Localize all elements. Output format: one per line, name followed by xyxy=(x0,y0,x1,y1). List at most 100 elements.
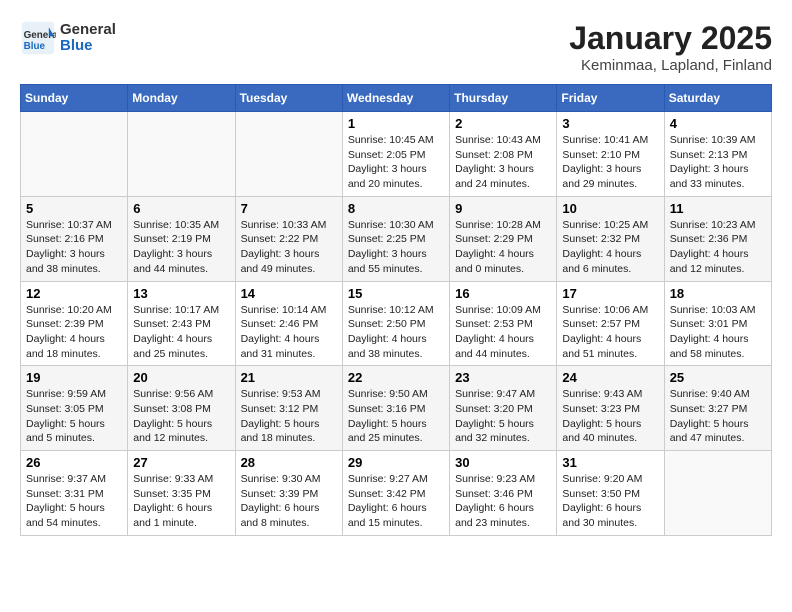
day-cell-16: 16 Sunrise: 10:09 AM Sunset: 2:53 PM Dayl… xyxy=(450,281,557,366)
empty-cell xyxy=(21,112,128,197)
day-cell-26: 26Sunrise: 9:37 AM Sunset: 3:31 PM Dayli… xyxy=(21,451,128,536)
day-info: Sunrise: 10:09 AM Sunset: 2:53 PM Daylig… xyxy=(455,303,551,362)
day-info: Sunrise: 10:20 AM Sunset: 2:39 PM Daylig… xyxy=(26,303,122,362)
day-cell-27: 27Sunrise: 9:33 AM Sunset: 3:35 PM Dayli… xyxy=(128,451,235,536)
day-cell-17: 17Sunrise: 10:06 AM Sunset: 2:57 PM Dayl… xyxy=(557,281,664,366)
day-number: 4 xyxy=(670,116,766,131)
week-row-5: 26Sunrise: 9:37 AM Sunset: 3:31 PM Dayli… xyxy=(21,451,772,536)
day-number: 3 xyxy=(562,116,658,131)
day-number: 13 xyxy=(133,286,229,301)
day-number: 19 xyxy=(26,370,122,385)
day-cell-22: 22 Sunrise: 9:50 AM Sunset: 3:16 PM Dayli… xyxy=(342,366,449,451)
day-cell-7: 7 Sunrise: 10:33 AM Sunset: 2:22 PM Dayli… xyxy=(235,196,342,281)
week-row-2: 5 Sunrise: 10:37 AM Sunset: 2:16 PM Dayli… xyxy=(21,196,772,281)
day-number: 11 xyxy=(670,201,766,216)
logo: General Blue General Blue xyxy=(20,20,116,56)
day-info: Sunrise: 10:12 AM Sunset: 2:50 PM Daylig… xyxy=(348,303,444,362)
day-info: Sunrise: 9:40 AM Sunset: 3:27 PM Dayligh… xyxy=(670,387,766,446)
day-number: 1 xyxy=(348,116,444,131)
day-number: 29 xyxy=(348,455,444,470)
page-header: General Blue General Blue January 2025 K… xyxy=(20,20,772,74)
empty-cell xyxy=(235,112,342,197)
day-number: 6 xyxy=(133,201,229,216)
day-header-saturday: Saturday xyxy=(664,85,771,112)
day-header-wednesday: Wednesday xyxy=(342,85,449,112)
day-number: 21 xyxy=(241,370,337,385)
day-number: 28 xyxy=(241,455,337,470)
day-cell-25: 25 Sunrise: 9:40 AM Sunset: 3:27 PM Dayli… xyxy=(664,366,771,451)
calendar-table: SundayMondayTuesdayWednesdayThursdayFrid… xyxy=(20,84,772,536)
day-number: 8 xyxy=(348,201,444,216)
day-info: Sunrise: 9:53 AM Sunset: 3:12 PM Dayligh… xyxy=(241,387,337,446)
svg-text:Blue: Blue xyxy=(24,41,46,52)
title-block: January 2025 Keminmaa, Lapland, Finland xyxy=(569,20,772,74)
location-subtitle: Keminmaa, Lapland, Finland xyxy=(569,57,772,74)
day-number: 2 xyxy=(455,116,551,131)
day-number: 30 xyxy=(455,455,551,470)
day-header-monday: Monday xyxy=(128,85,235,112)
day-number: 7 xyxy=(241,201,337,216)
day-cell-8: 8 Sunrise: 10:30 AM Sunset: 2:25 PM Dayli… xyxy=(342,196,449,281)
day-info: Sunrise: 10:45 AM Sunset: 2:05 PM Daylig… xyxy=(348,133,444,192)
logo-general: General xyxy=(60,22,116,39)
day-info: Sunrise: 9:47 AM Sunset: 3:20 PM Dayligh… xyxy=(455,387,551,446)
day-number: 9 xyxy=(455,201,551,216)
logo-blue: Blue xyxy=(60,38,116,55)
day-info: Sunrise: 10:03 AM Sunset: 3:01 PM Daylig… xyxy=(670,303,766,362)
day-info: Sunrise: 10:28 AM Sunset: 2:29 PM Daylig… xyxy=(455,218,551,277)
week-row-4: 19 Sunrise: 9:59 AM Sunset: 3:05 PM Dayli… xyxy=(21,366,772,451)
day-cell-4: 4Sunrise: 10:39 AM Sunset: 2:13 PM Dayli… xyxy=(664,112,771,197)
day-number: 5 xyxy=(26,201,122,216)
day-info: Sunrise: 9:33 AM Sunset: 3:35 PM Dayligh… xyxy=(133,472,229,531)
day-info: Sunrise: 10:37 AM Sunset: 2:16 PM Daylig… xyxy=(26,218,122,277)
day-info: Sunrise: 10:25 AM Sunset: 2:32 PM Daylig… xyxy=(562,218,658,277)
day-info: Sunrise: 10:33 AM Sunset: 2:22 PM Daylig… xyxy=(241,218,337,277)
day-number: 17 xyxy=(562,286,658,301)
day-info: Sunrise: 10:14 AM Sunset: 2:46 PM Daylig… xyxy=(241,303,337,362)
day-cell-19: 19 Sunrise: 9:59 AM Sunset: 3:05 PM Dayli… xyxy=(21,366,128,451)
day-info: Sunrise: 9:30 AM Sunset: 3:39 PM Dayligh… xyxy=(241,472,337,531)
day-info: Sunrise: 10:17 AM Sunset: 2:43 PM Daylig… xyxy=(133,303,229,362)
day-cell-20: 20 Sunrise: 9:56 AM Sunset: 3:08 PM Dayli… xyxy=(128,366,235,451)
day-header-thursday: Thursday xyxy=(450,85,557,112)
week-row-3: 12 Sunrise: 10:20 AM Sunset: 2:39 PM Dayl… xyxy=(21,281,772,366)
day-info: Sunrise: 9:59 AM Sunset: 3:05 PM Dayligh… xyxy=(26,387,122,446)
day-number: 23 xyxy=(455,370,551,385)
day-info: Sunrise: 9:23 AM Sunset: 3:46 PM Dayligh… xyxy=(455,472,551,531)
day-number: 31 xyxy=(562,455,658,470)
day-number: 20 xyxy=(133,370,229,385)
day-cell-3: 3 Sunrise: 10:41 AM Sunset: 2:10 PM Dayli… xyxy=(557,112,664,197)
day-cell-23: 23 Sunrise: 9:47 AM Sunset: 3:20 PM Dayli… xyxy=(450,366,557,451)
day-header-tuesday: Tuesday xyxy=(235,85,342,112)
day-cell-9: 9 Sunrise: 10:28 AM Sunset: 2:29 PM Dayli… xyxy=(450,196,557,281)
day-info: Sunrise: 10:23 AM Sunset: 2:36 PM Daylig… xyxy=(670,218,766,277)
day-header-friday: Friday xyxy=(557,85,664,112)
day-number: 25 xyxy=(670,370,766,385)
day-info: Sunrise: 9:50 AM Sunset: 3:16 PM Dayligh… xyxy=(348,387,444,446)
day-info: Sunrise: 10:30 AM Sunset: 2:25 PM Daylig… xyxy=(348,218,444,277)
day-number: 16 xyxy=(455,286,551,301)
week-row-1: 1 Sunrise: 10:45 AM Sunset: 2:05 PM Dayli… xyxy=(21,112,772,197)
day-cell-18: 18 Sunrise: 10:03 AM Sunset: 3:01 PM Dayl… xyxy=(664,281,771,366)
day-number: 10 xyxy=(562,201,658,216)
day-cell-11: 11 Sunrise: 10:23 AM Sunset: 2:36 PM Dayl… xyxy=(664,196,771,281)
day-info: Sunrise: 9:27 AM Sunset: 3:42 PM Dayligh… xyxy=(348,472,444,531)
day-cell-28: 28 Sunrise: 9:30 AM Sunset: 3:39 PM Dayli… xyxy=(235,451,342,536)
day-cell-1: 1 Sunrise: 10:45 AM Sunset: 2:05 PM Dayli… xyxy=(342,112,449,197)
empty-cell xyxy=(664,451,771,536)
logo-icon: General Blue xyxy=(20,20,56,56)
day-cell-5: 5 Sunrise: 10:37 AM Sunset: 2:16 PM Dayli… xyxy=(21,196,128,281)
day-cell-15: 15Sunrise: 10:12 AM Sunset: 2:50 PM Dayl… xyxy=(342,281,449,366)
day-info: Sunrise: 10:43 AM Sunset: 2:08 PM Daylig… xyxy=(455,133,551,192)
day-number: 12 xyxy=(26,286,122,301)
day-number: 26 xyxy=(26,455,122,470)
day-info: Sunrise: 10:41 AM Sunset: 2:10 PM Daylig… xyxy=(562,133,658,192)
day-number: 22 xyxy=(348,370,444,385)
day-number: 18 xyxy=(670,286,766,301)
day-info: Sunrise: 9:56 AM Sunset: 3:08 PM Dayligh… xyxy=(133,387,229,446)
day-cell-10: 10 Sunrise: 10:25 AM Sunset: 2:32 PM Dayl… xyxy=(557,196,664,281)
day-cell-6: 6Sunrise: 10:35 AM Sunset: 2:19 PM Dayli… xyxy=(128,196,235,281)
day-cell-12: 12 Sunrise: 10:20 AM Sunset: 2:39 PM Dayl… xyxy=(21,281,128,366)
day-cell-31: 31Sunrise: 9:20 AM Sunset: 3:50 PM Dayli… xyxy=(557,451,664,536)
day-info: Sunrise: 9:43 AM Sunset: 3:23 PM Dayligh… xyxy=(562,387,658,446)
